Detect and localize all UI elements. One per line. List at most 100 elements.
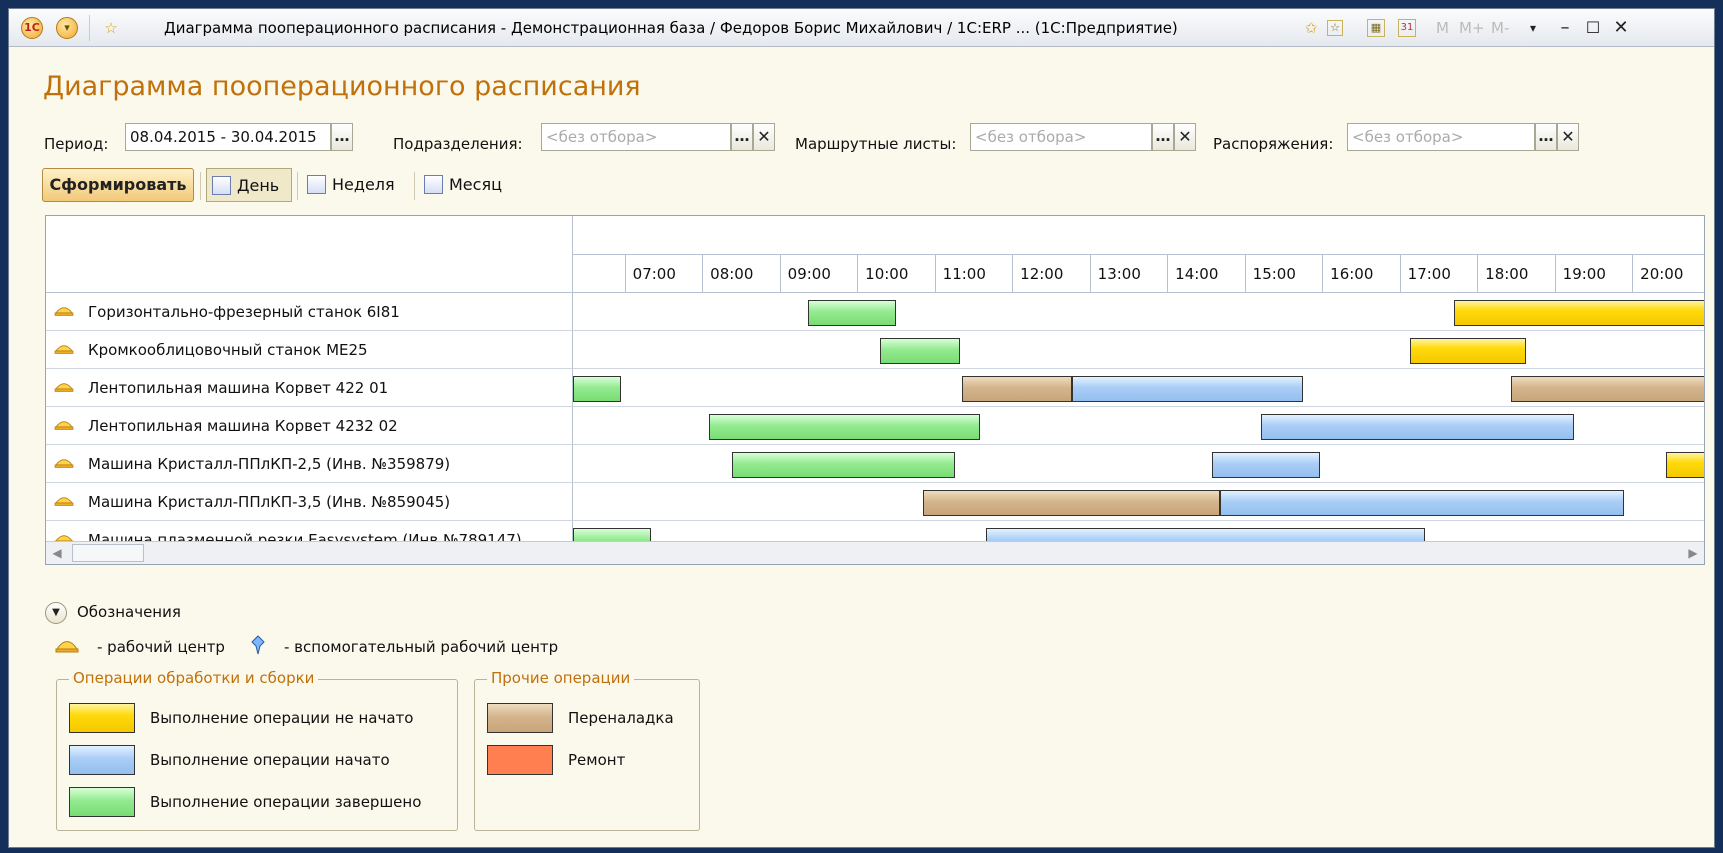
work-center-icon bbox=[54, 497, 74, 506]
row-name: Кромкооблицовочный станок МЕ25 bbox=[88, 341, 368, 359]
week-view-label: Неделя bbox=[332, 175, 395, 194]
row-label[interactable]: Кромкооблицовочный станок МЕ25 bbox=[46, 331, 573, 369]
work-center-label: - рабочий центр bbox=[97, 638, 225, 656]
operation-bar[interactable] bbox=[573, 376, 621, 402]
row-name: Горизонтально-фрезерный станок 6I81 bbox=[88, 303, 400, 321]
hour-label: 15:00 bbox=[1244, 255, 1323, 293]
routes-label: Маршрутные листы: bbox=[795, 135, 957, 153]
orders-clear-icon[interactable]: ✕ bbox=[1557, 123, 1579, 151]
month-view-button[interactable]: Месяц bbox=[419, 168, 517, 202]
orders-select-button[interactable]: … bbox=[1535, 123, 1557, 151]
hour-label: 09:00 bbox=[779, 255, 858, 293]
generate-button[interactable]: Сформировать bbox=[42, 168, 194, 202]
favorites-list-icon[interactable]: ☆ bbox=[1327, 20, 1343, 36]
row-track[interactable] bbox=[573, 483, 1704, 521]
row-track[interactable] bbox=[573, 331, 1704, 369]
row-label[interactable]: Горизонтально-фрезерный станок 6I81 bbox=[46, 293, 573, 331]
row-name: Машина Кристалл-ППлКП-3,5 (Инв. №859045) bbox=[88, 493, 451, 511]
operation-bar[interactable] bbox=[1410, 338, 1527, 364]
period-select-button[interactable]: … bbox=[331, 123, 353, 151]
operation-bar[interactable] bbox=[1212, 452, 1320, 478]
main-window: 1С ▾ ☆ Диаграмма пооперационного расписа… bbox=[8, 8, 1715, 848]
work-center-icon bbox=[54, 307, 74, 316]
operation-bar[interactable] bbox=[880, 338, 961, 364]
routes-select-button[interactable]: … bbox=[1152, 123, 1174, 151]
divisions-select-button[interactable]: … bbox=[731, 123, 753, 151]
week-icon bbox=[307, 175, 326, 194]
operation-bar[interactable] bbox=[1665, 452, 1704, 478]
changeover-label: Переналадка bbox=[568, 709, 674, 727]
operation-bar[interactable] bbox=[808, 300, 896, 326]
calendar-icon[interactable]: 31 bbox=[1398, 19, 1416, 37]
row-track[interactable] bbox=[573, 407, 1704, 445]
swatch-repair bbox=[487, 745, 553, 775]
work-center-icon bbox=[54, 421, 74, 430]
memory-plus-button[interactable]: M+ bbox=[1459, 19, 1485, 37]
row-label[interactable]: Машина Кристалл-ППлКП-2,5 (Инв. №359879) bbox=[46, 445, 573, 483]
favorite-star-icon[interactable]: ☆ bbox=[101, 18, 121, 38]
logo-icon[interactable]: 1С bbox=[21, 17, 43, 39]
close-icon[interactable]: ✕ bbox=[1609, 15, 1633, 41]
hour-label: 10:00 bbox=[857, 255, 935, 293]
row-label[interactable]: Машина Кристалл-ППлКП-3,5 (Инв. №859045) bbox=[46, 483, 573, 521]
row-label[interactable]: Лентопильная машина Корвет 4232 02 bbox=[46, 407, 573, 445]
operation-bar[interactable] bbox=[1510, 376, 1704, 402]
title-separator bbox=[89, 15, 90, 41]
memory-button[interactable]: M bbox=[1436, 19, 1449, 37]
day-view-button[interactable]: День bbox=[206, 168, 292, 202]
hour-label: 18:00 bbox=[1477, 255, 1555, 293]
horizontal-scrollbar[interactable]: ◀ ▶ bbox=[46, 541, 1704, 564]
hour-scale: 07:00 08:00 09:00 10:00 11:00 12:00 13:00 14:00… bbox=[573, 254, 1704, 293]
maximize-icon[interactable]: ☐ bbox=[1581, 15, 1605, 41]
scroll-thumb[interactable] bbox=[72, 544, 144, 562]
minimize-icon[interactable]: – bbox=[1553, 15, 1577, 41]
started-label: Выполнение операции начато bbox=[150, 751, 390, 769]
orders-field[interactable]: <без отбора> bbox=[1347, 123, 1535, 151]
hour-label: 20:00 bbox=[1632, 255, 1704, 293]
row-name: Машина Кристалл-ППлКП-2,5 (Инв. №359879) bbox=[88, 455, 451, 473]
hour-label: 11:00 bbox=[934, 255, 1013, 293]
row-name: Лентопильная машина Корвет 422 01 bbox=[88, 379, 389, 397]
calculator-icon[interactable]: ▦ bbox=[1367, 19, 1385, 37]
hour-label: 07:00 bbox=[624, 255, 703, 293]
period-field[interactable]: 08.04.2015 - 30.04.2015 bbox=[125, 123, 331, 151]
period-label: Период: bbox=[44, 135, 109, 153]
routes-field[interactable]: <без отбора> bbox=[970, 123, 1152, 151]
toolbar-separator bbox=[297, 172, 298, 200]
divisions-field[interactable]: <без отбора> bbox=[541, 123, 731, 151]
schedule-chart[interactable]: 07:00 08:00 09:00 10:00 11:00 12:00 13:00 14:00… bbox=[45, 215, 1705, 565]
hour-label: 08:00 bbox=[702, 255, 780, 293]
scroll-left-icon[interactable]: ◀ bbox=[48, 544, 66, 562]
menu-icon[interactable]: ▾ bbox=[56, 17, 78, 39]
scroll-right-icon[interactable]: ▶ bbox=[1684, 544, 1702, 562]
other-operations-group: Прочие операции Переналадка Ремонт bbox=[474, 669, 700, 831]
day-view-label: День bbox=[237, 176, 280, 195]
routes-clear-icon[interactable]: ✕ bbox=[1174, 123, 1196, 151]
operation-bar[interactable] bbox=[1453, 300, 1704, 326]
orders-label: Распоряжения: bbox=[1213, 135, 1334, 153]
swatch-changeover bbox=[487, 703, 553, 733]
operation-bar[interactable] bbox=[1071, 376, 1303, 402]
operation-bar[interactable] bbox=[1261, 414, 1575, 440]
row-label[interactable]: Лентопильная машина Корвет 422 01 bbox=[46, 369, 573, 407]
week-view-button[interactable]: Неделя bbox=[302, 168, 410, 202]
row-track[interactable] bbox=[573, 369, 1704, 407]
dropdown-icon[interactable]: ▾ bbox=[1521, 15, 1545, 41]
work-center-icon bbox=[54, 345, 74, 354]
chart-header-left bbox=[46, 216, 573, 293]
add-favorite-icon[interactable]: ✩ bbox=[1301, 18, 1321, 38]
row-track[interactable] bbox=[573, 293, 1704, 331]
operation-bar[interactable] bbox=[708, 414, 980, 440]
operation-bar[interactable] bbox=[1220, 490, 1625, 516]
completed-label: Выполнение операции завершено bbox=[150, 793, 422, 811]
memory-minus-button[interactable]: M- bbox=[1491, 19, 1509, 37]
legend-toggle-icon[interactable]: ▼ bbox=[45, 602, 67, 624]
row-track[interactable] bbox=[573, 445, 1704, 483]
operation-bar[interactable] bbox=[923, 490, 1221, 516]
operation-bar[interactable] bbox=[731, 452, 956, 478]
operation-bar[interactable] bbox=[961, 376, 1072, 402]
work-center-icon bbox=[54, 383, 74, 392]
divisions-clear-icon[interactable]: ✕ bbox=[753, 123, 775, 151]
page-title: Диаграмма пооперационного расписания bbox=[43, 71, 641, 102]
divisions-label: Подразделения: bbox=[393, 135, 523, 153]
